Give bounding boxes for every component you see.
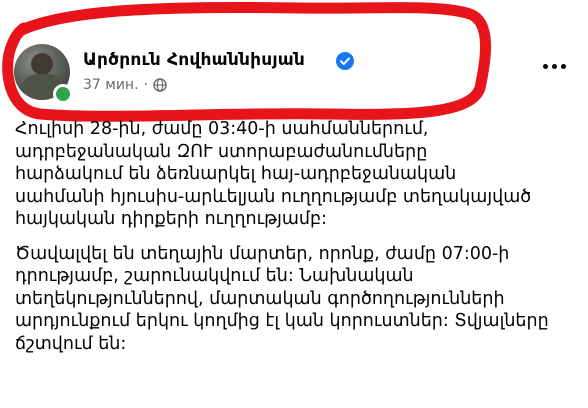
meta-separator: · — [143, 77, 148, 93]
post-body: Հուլիսի 28-ին, ժամը 03:40-ի սահմաններում… — [15, 118, 580, 367]
online-status-icon — [53, 84, 73, 104]
post-header: Արծրուն Հովհաննիսյան 37 мин. · — [0, 0, 588, 118]
more-options-icon[interactable] — [543, 58, 573, 74]
post-paragraph: Հուլիսի 28-ին, ժամը 03:40-ի սահմաններում… — [15, 119, 532, 229]
avatar-head-shape — [31, 53, 53, 75]
verified-badge-icon — [336, 52, 354, 70]
globe-icon[interactable] — [153, 78, 167, 92]
post-paragraph: Ծավալվել են տեղային մարտեր, որոնք, ժամը … — [15, 243, 549, 354]
author-name[interactable]: Արծրուն Հովհաննիսյան — [83, 50, 305, 70]
post-timestamp[interactable]: 37 мин. — [83, 77, 139, 93]
post-meta: 37 мин. · — [83, 77, 167, 93]
